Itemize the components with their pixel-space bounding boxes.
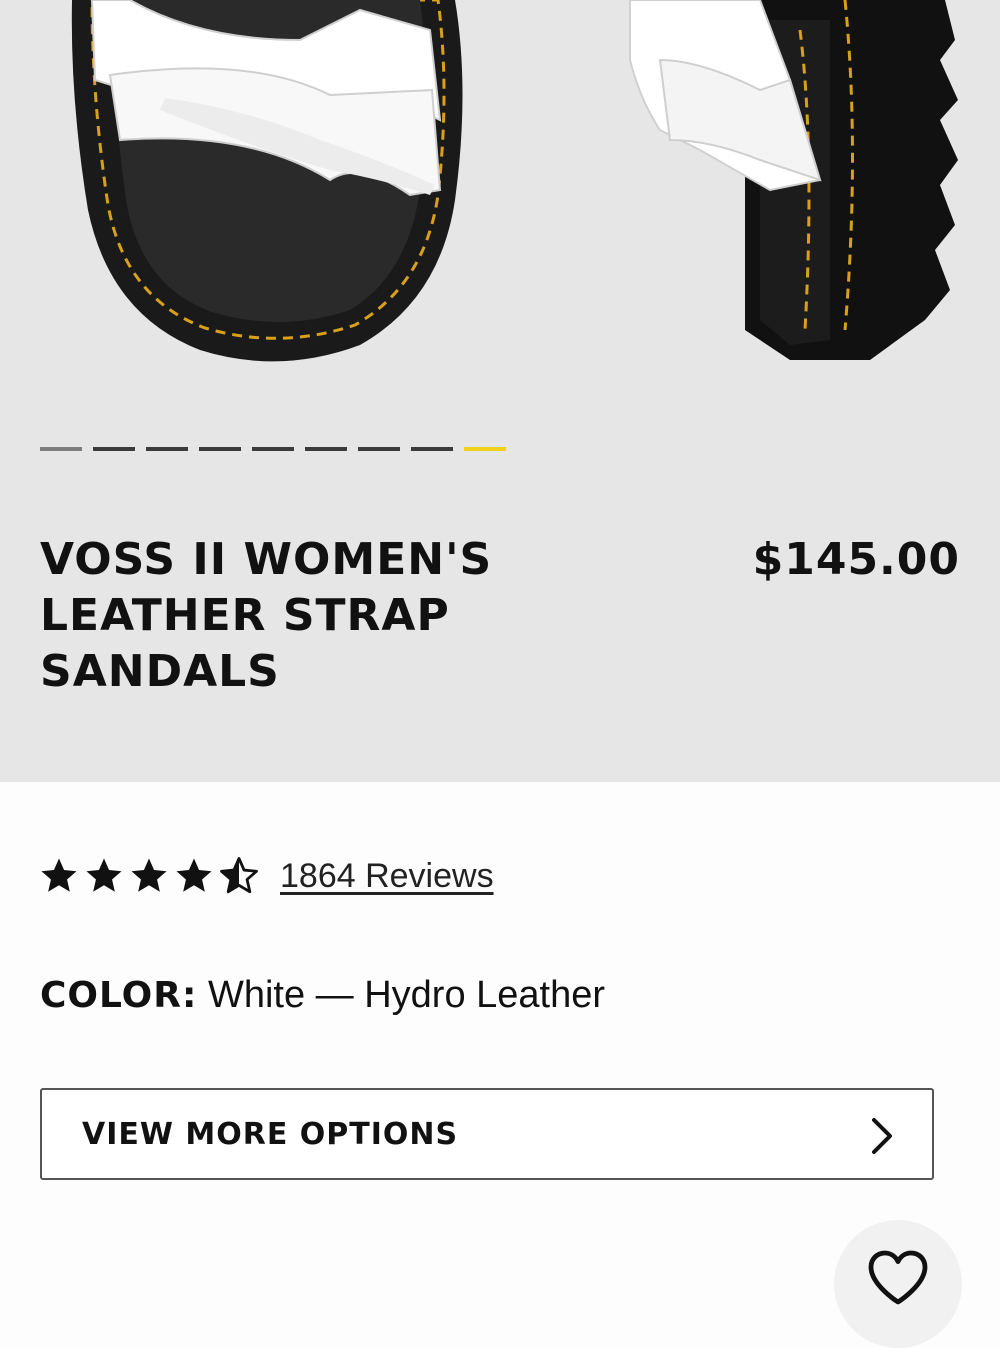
- star-half-icon: [220, 857, 258, 894]
- carousel-dot[interactable]: [252, 447, 294, 451]
- color-label: COLOR:: [40, 975, 198, 1016]
- carousel-indicator: [40, 447, 506, 453]
- carousel-dot[interactable]: [199, 447, 241, 451]
- view-more-options-label: VIEW MORE OPTIONS: [82, 1116, 459, 1152]
- product-image-carousel[interactable]: VOSS II WOMEN'S LEATHER STRAP SANDALS $1…: [0, 0, 1000, 782]
- chevron-right-icon: [872, 1118, 892, 1154]
- star-full-icon: [86, 858, 122, 892]
- color-value: White — Hydro Leather: [207, 974, 606, 1016]
- reviews-link[interactable]: 1864 Reviews: [280, 857, 494, 896]
- heart-icon: [868, 1250, 928, 1305]
- view-more-options-button[interactable]: VIEW MORE OPTIONS: [40, 1088, 934, 1180]
- rating-summary: 1864 Reviews: [38, 854, 494, 898]
- carousel-dot[interactable]: [358, 447, 400, 451]
- carousel-dot[interactable]: [93, 447, 135, 451]
- wishlist-button[interactable]: [834, 1220, 962, 1348]
- star-full-icon: [41, 858, 77, 892]
- color-selection: COLOR: White — Hydro Leather: [40, 972, 605, 1019]
- star-rating: [38, 855, 260, 897]
- carousel-dot-active[interactable]: [464, 447, 506, 451]
- star-full-icon: [176, 858, 212, 892]
- product-price: $145.00: [752, 534, 960, 585]
- carousel-dot[interactable]: [40, 447, 82, 451]
- star-full-icon: [131, 858, 167, 892]
- product-title: VOSS II WOMEN'S LEATHER STRAP SANDALS: [40, 534, 493, 697]
- carousel-dot[interactable]: [411, 447, 453, 451]
- carousel-dot[interactable]: [146, 447, 188, 451]
- product-image: [71, 0, 958, 362]
- carousel-dot[interactable]: [305, 447, 347, 451]
